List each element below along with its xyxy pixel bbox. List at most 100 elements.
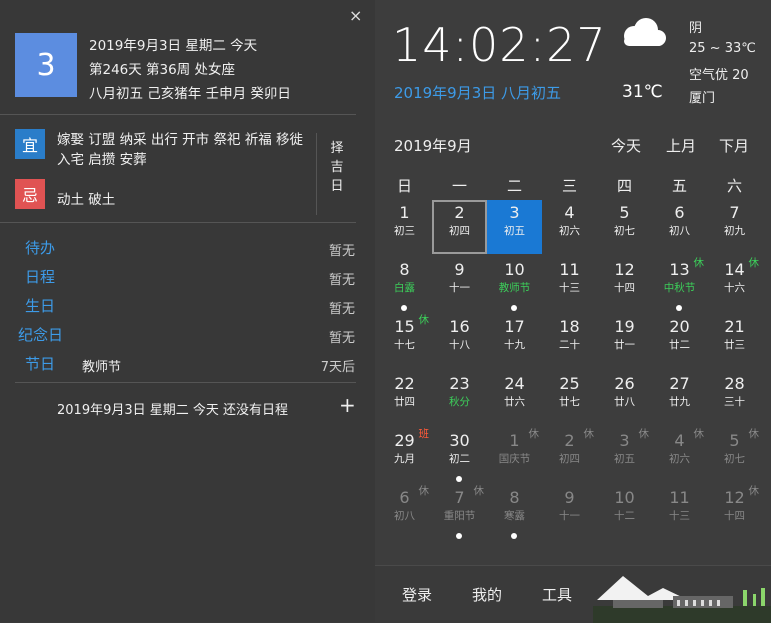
- lunar-label: 廿六: [504, 396, 525, 408]
- calendar-day[interactable]: 7 初九: [707, 200, 762, 254]
- lunar-label: 初六: [669, 453, 690, 465]
- lunar-label: 教师节: [498, 282, 531, 294]
- prev-month-button[interactable]: 上月: [666, 135, 696, 156]
- calendar-day[interactable]: 1 初三: [377, 200, 432, 254]
- lunar-label: 廿四: [394, 396, 415, 408]
- calendar-day[interactable]: 8 白露: [377, 257, 432, 311]
- calendar-day-today[interactable]: 3 初五: [487, 200, 542, 254]
- tools-button[interactable]: 工具: [542, 584, 572, 605]
- calendar-day[interactable]: 13 中秋节休: [652, 257, 707, 311]
- calendar-day[interactable]: 12 十四休: [707, 485, 762, 539]
- day-number: 16: [449, 317, 470, 336]
- day-number: 21: [724, 317, 745, 336]
- calendar-day[interactable]: 9 十一: [542, 485, 597, 539]
- festival-note: 教师节: [82, 360, 122, 375]
- calendar-day[interactable]: 10 十二: [597, 485, 652, 539]
- mine-button[interactable]: 我的: [472, 584, 502, 605]
- weekday-label: 二: [506, 177, 522, 195]
- schedule-summary: 2019年9月3日 星期二 今天 还没有日程: [57, 403, 289, 418]
- calendar-day[interactable]: 22 廿四: [377, 371, 432, 425]
- anniversary-category[interactable]: 纪念日: [18, 324, 63, 345]
- event-dot: [401, 305, 407, 311]
- holiday-badge: 休: [583, 428, 595, 440]
- calendar-day[interactable]: 1 国庆节休: [487, 428, 542, 482]
- next-month-button[interactable]: 下月: [719, 135, 749, 156]
- calendar-day[interactable]: 14 十六休: [707, 257, 762, 311]
- day-number: 1: [399, 203, 410, 222]
- calendar-day[interactable]: 26 廿八: [597, 371, 652, 425]
- calendar-day[interactable]: 29 九月班: [377, 428, 432, 482]
- calendar-day[interactable]: 7 重阳节休: [432, 485, 487, 539]
- day-number: 4: [564, 203, 575, 222]
- zeji-char: 日: [330, 179, 344, 194]
- calendar-day[interactable]: 6 初八休: [377, 485, 432, 539]
- birthday-category[interactable]: 生日: [25, 295, 55, 316]
- calendar-day[interactable]: 11 十三: [652, 485, 707, 539]
- calendar-day[interactable]: 5 初七休: [707, 428, 762, 482]
- calendar-day[interactable]: 2 初四休: [542, 428, 597, 482]
- lunar-label: 十一: [449, 282, 470, 294]
- calendar-day[interactable]: 6 初八: [652, 200, 707, 254]
- calendar-day[interactable]: 20 廿二: [652, 314, 707, 368]
- todo-category[interactable]: 待办: [25, 237, 55, 258]
- week-info-line: 第246天 第36周 处女座: [89, 62, 236, 78]
- calendar-day[interactable]: 10 教师节: [487, 257, 542, 311]
- holiday-badge: 休: [748, 257, 760, 269]
- air-quality: 空气优 20: [689, 68, 749, 83]
- calendar-day[interactable]: 24 廿六: [487, 371, 542, 425]
- lunar-label: 十二: [614, 510, 635, 522]
- calendar-day[interactable]: 11 十三: [542, 257, 597, 311]
- calendar-day[interactable]: 27 廿九: [652, 371, 707, 425]
- lunar-label: 初五: [504, 225, 525, 237]
- calendar-day[interactable]: 21 廿三: [707, 314, 762, 368]
- event-dot: [676, 305, 682, 311]
- calendar-day[interactable]: 5 初七: [597, 200, 652, 254]
- calendar-day[interactable]: 4 初六休: [652, 428, 707, 482]
- divider: [0, 114, 356, 115]
- weekday-label: 日: [396, 177, 412, 195]
- calendar-day[interactable]: 17 十九: [487, 314, 542, 368]
- holiday-badge: 休: [528, 428, 540, 440]
- calendar-day-selected[interactable]: 2 初四: [432, 200, 487, 254]
- zeji-button[interactable]: 择 吉 日: [316, 133, 357, 215]
- calendar-day[interactable]: 12 十四: [597, 257, 652, 311]
- day-number: 24: [504, 374, 525, 393]
- calendar-day[interactable]: 25 廿七: [542, 371, 597, 425]
- holiday-badge: 休: [418, 485, 430, 497]
- left-panel: × 3 2019年9月3日 星期二 今天 第246天 第36周 处女座 八月初五…: [0, 0, 375, 622]
- calendar-day[interactable]: 3 初五休: [597, 428, 652, 482]
- lunar-label: 廿一: [614, 339, 635, 351]
- festival-value: 7天后: [320, 360, 355, 375]
- holiday-badge: 休: [748, 485, 760, 497]
- holiday-badge: 休: [748, 428, 760, 440]
- add-icon[interactable]: +: [339, 393, 356, 417]
- holiday-badge: 休: [473, 485, 485, 497]
- calendar-day[interactable]: 16 十八: [432, 314, 487, 368]
- month-label: 2019年9月: [394, 137, 472, 155]
- calendar-day[interactable]: 8 寒露: [487, 485, 542, 539]
- calendar-day[interactable]: 23 秋分: [432, 371, 487, 425]
- festival-category[interactable]: 节日: [25, 353, 55, 374]
- day-number: 30: [449, 431, 470, 450]
- zeji-char: 吉: [330, 160, 344, 175]
- login-button[interactable]: 登录: [402, 584, 432, 605]
- lunar-label: 九月: [394, 453, 415, 465]
- day-number: 5: [619, 203, 630, 222]
- calendar-day[interactable]: 30 初二: [432, 428, 487, 482]
- weather-condition: 阴: [689, 21, 703, 36]
- calendar-day[interactable]: 15 十七休: [377, 314, 432, 368]
- calendar-day[interactable]: 4 初六: [542, 200, 597, 254]
- schedule-category[interactable]: 日程: [25, 266, 55, 287]
- weather-city: 厦门: [689, 91, 716, 106]
- close-icon[interactable]: ×: [349, 6, 362, 25]
- calendar-day[interactable]: 19 廿一: [597, 314, 652, 368]
- calendar-day[interactable]: 28 三十: [707, 371, 762, 425]
- calendar-day[interactable]: 9 十一: [432, 257, 487, 311]
- weekday-label: 五: [671, 177, 687, 195]
- ji-badge: 忌: [15, 179, 45, 209]
- today-button[interactable]: 今天: [611, 135, 641, 156]
- lunar-label: 寒露: [504, 510, 525, 522]
- day-number: 7: [729, 203, 740, 222]
- calendar-day[interactable]: 18 二十: [542, 314, 597, 368]
- day-number: 25: [559, 374, 580, 393]
